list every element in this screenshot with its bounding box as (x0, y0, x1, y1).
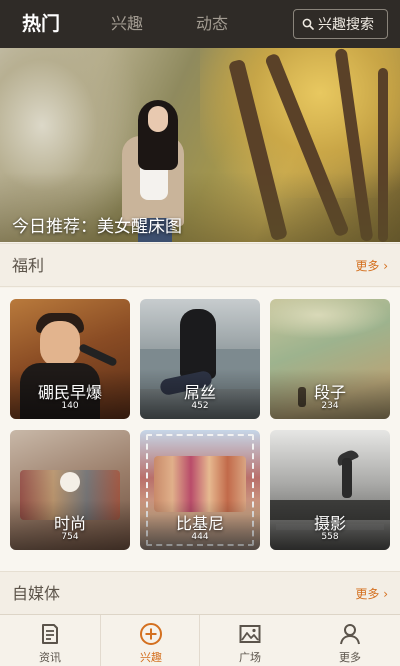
nav-label: 更多 (339, 651, 361, 664)
more-link[interactable]: 更多 › (355, 572, 388, 616)
card-count: 140 (61, 401, 79, 411)
interest-card[interactable]: 段子 234 (270, 299, 390, 419)
card-label: 摄影 (313, 514, 346, 533)
nav-item-plaza[interactable]: 广场 (200, 615, 300, 666)
card-count: 452 (191, 401, 209, 411)
card-count: 754 (61, 532, 79, 542)
card-photo (270, 299, 390, 339)
search-label: 兴趣搜索 (318, 17, 374, 33)
nav-item-interest[interactable]: 兴趣 (100, 615, 200, 666)
app-root: 热门 兴趣 动态 兴趣搜索 今日推荐：美女醒床图 福利 更多 › 硼民早爆 14… (0, 0, 400, 666)
card-count: 234 (321, 401, 339, 411)
interest-card[interactable]: 时尚 754 (10, 430, 130, 550)
nav-label: 广场 (239, 651, 261, 664)
nav-label: 兴趣 (140, 651, 162, 664)
card-photo (342, 458, 352, 498)
image-icon (239, 625, 261, 643)
tab-hot[interactable]: 热门 (22, 0, 60, 48)
document-icon (42, 624, 58, 644)
nav-item-news[interactable]: 资讯 (0, 615, 100, 666)
card-label: 比基尼 (175, 514, 224, 533)
section-welfare-header: 福利 更多 › (0, 243, 400, 287)
section-media-header: 自媒体 更多 › (0, 571, 400, 615)
plus-circle-icon (140, 623, 162, 645)
card-label: 屌丝 (183, 383, 216, 402)
nav-item-more[interactable]: 更多 (300, 615, 400, 666)
banner-person (148, 106, 168, 132)
nav-label: 资讯 (39, 651, 61, 664)
more-link[interactable]: 更多 › (355, 244, 388, 288)
interest-card[interactable]: 硼民早爆 140 (10, 299, 130, 419)
interest-search-button[interactable]: 兴趣搜索 (293, 9, 388, 39)
card-count: 558 (321, 532, 339, 542)
card-label: 段子 (313, 383, 346, 402)
tab-interest[interactable]: 兴趣 (111, 0, 143, 48)
card-label: 时尚 (53, 514, 86, 533)
card-photo (40, 321, 80, 367)
banner-caption[interactable]: 今日推荐：美女醒床图 (12, 212, 182, 237)
person-icon (340, 624, 360, 645)
card-photo (60, 472, 80, 492)
tab-activity[interactable]: 动态 (196, 0, 228, 48)
interest-card[interactable]: 摄影 558 (270, 430, 390, 550)
bottom-nav: 资讯 兴趣 广场 更多 (0, 614, 400, 666)
section-title: 福利 (12, 256, 45, 275)
card-label: 硼民早爆 (37, 383, 102, 402)
interest-card[interactable]: 比基尼 444 (140, 430, 260, 550)
interest-card[interactable]: 屌丝 452 (140, 299, 260, 419)
top-bar: 热门 兴趣 动态 兴趣搜索 (0, 0, 400, 48)
card-count: 444 (191, 532, 209, 542)
search-icon (302, 18, 314, 30)
section-title: 自媒体 (12, 584, 61, 603)
